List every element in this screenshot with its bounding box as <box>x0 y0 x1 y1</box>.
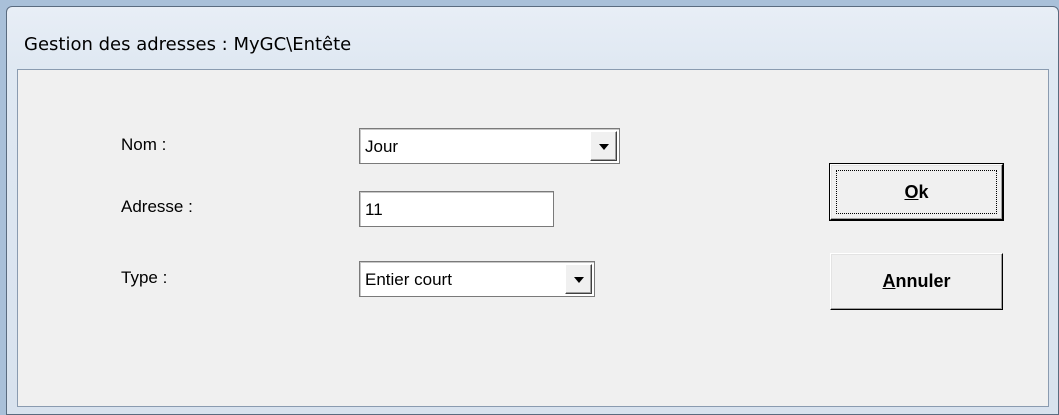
type-combobox[interactable]: Entier court <box>359 261 595 297</box>
title-bar[interactable]: Gestion des adresses : MyGC\Entête <box>7 7 1058 69</box>
chevron-down-icon <box>598 144 609 150</box>
nom-combobox-value: Jour <box>365 137 399 156</box>
annuler-label: nnuler <box>895 271 951 291</box>
adresse-input[interactable]: 11 <box>359 191 554 227</box>
dialog-window: Gestion des adresses : MyGC\Entête Nom :… <box>0 0 1059 415</box>
ok-label: k <box>918 182 929 202</box>
ok-button[interactable]: Ok <box>829 163 1004 221</box>
nom-label: Nom : <box>121 135 167 154</box>
type-combobox-value: Entier court <box>365 270 452 289</box>
adresse-label: Adresse : <box>121 197 193 216</box>
annuler-mnemonic: A <box>882 271 896 291</box>
window-title: Gestion des adresses : MyGC\Entête <box>24 34 352 55</box>
window-frame: Gestion des adresses : MyGC\Entête Nom :… <box>6 6 1059 415</box>
chevron-down-icon <box>573 277 584 283</box>
type-dropdown-button[interactable] <box>565 264 592 294</box>
nom-dropdown-button[interactable] <box>590 131 617 161</box>
cancel-button[interactable]: Annuler <box>830 253 1003 310</box>
ok-mnemonic: O <box>904 182 919 202</box>
type-label: Type : <box>121 268 168 287</box>
nom-combobox[interactable]: Jour <box>359 128 620 164</box>
dialog-client-area: Nom : Jour Adresse : 11 Type : Entier co… <box>17 69 1049 407</box>
